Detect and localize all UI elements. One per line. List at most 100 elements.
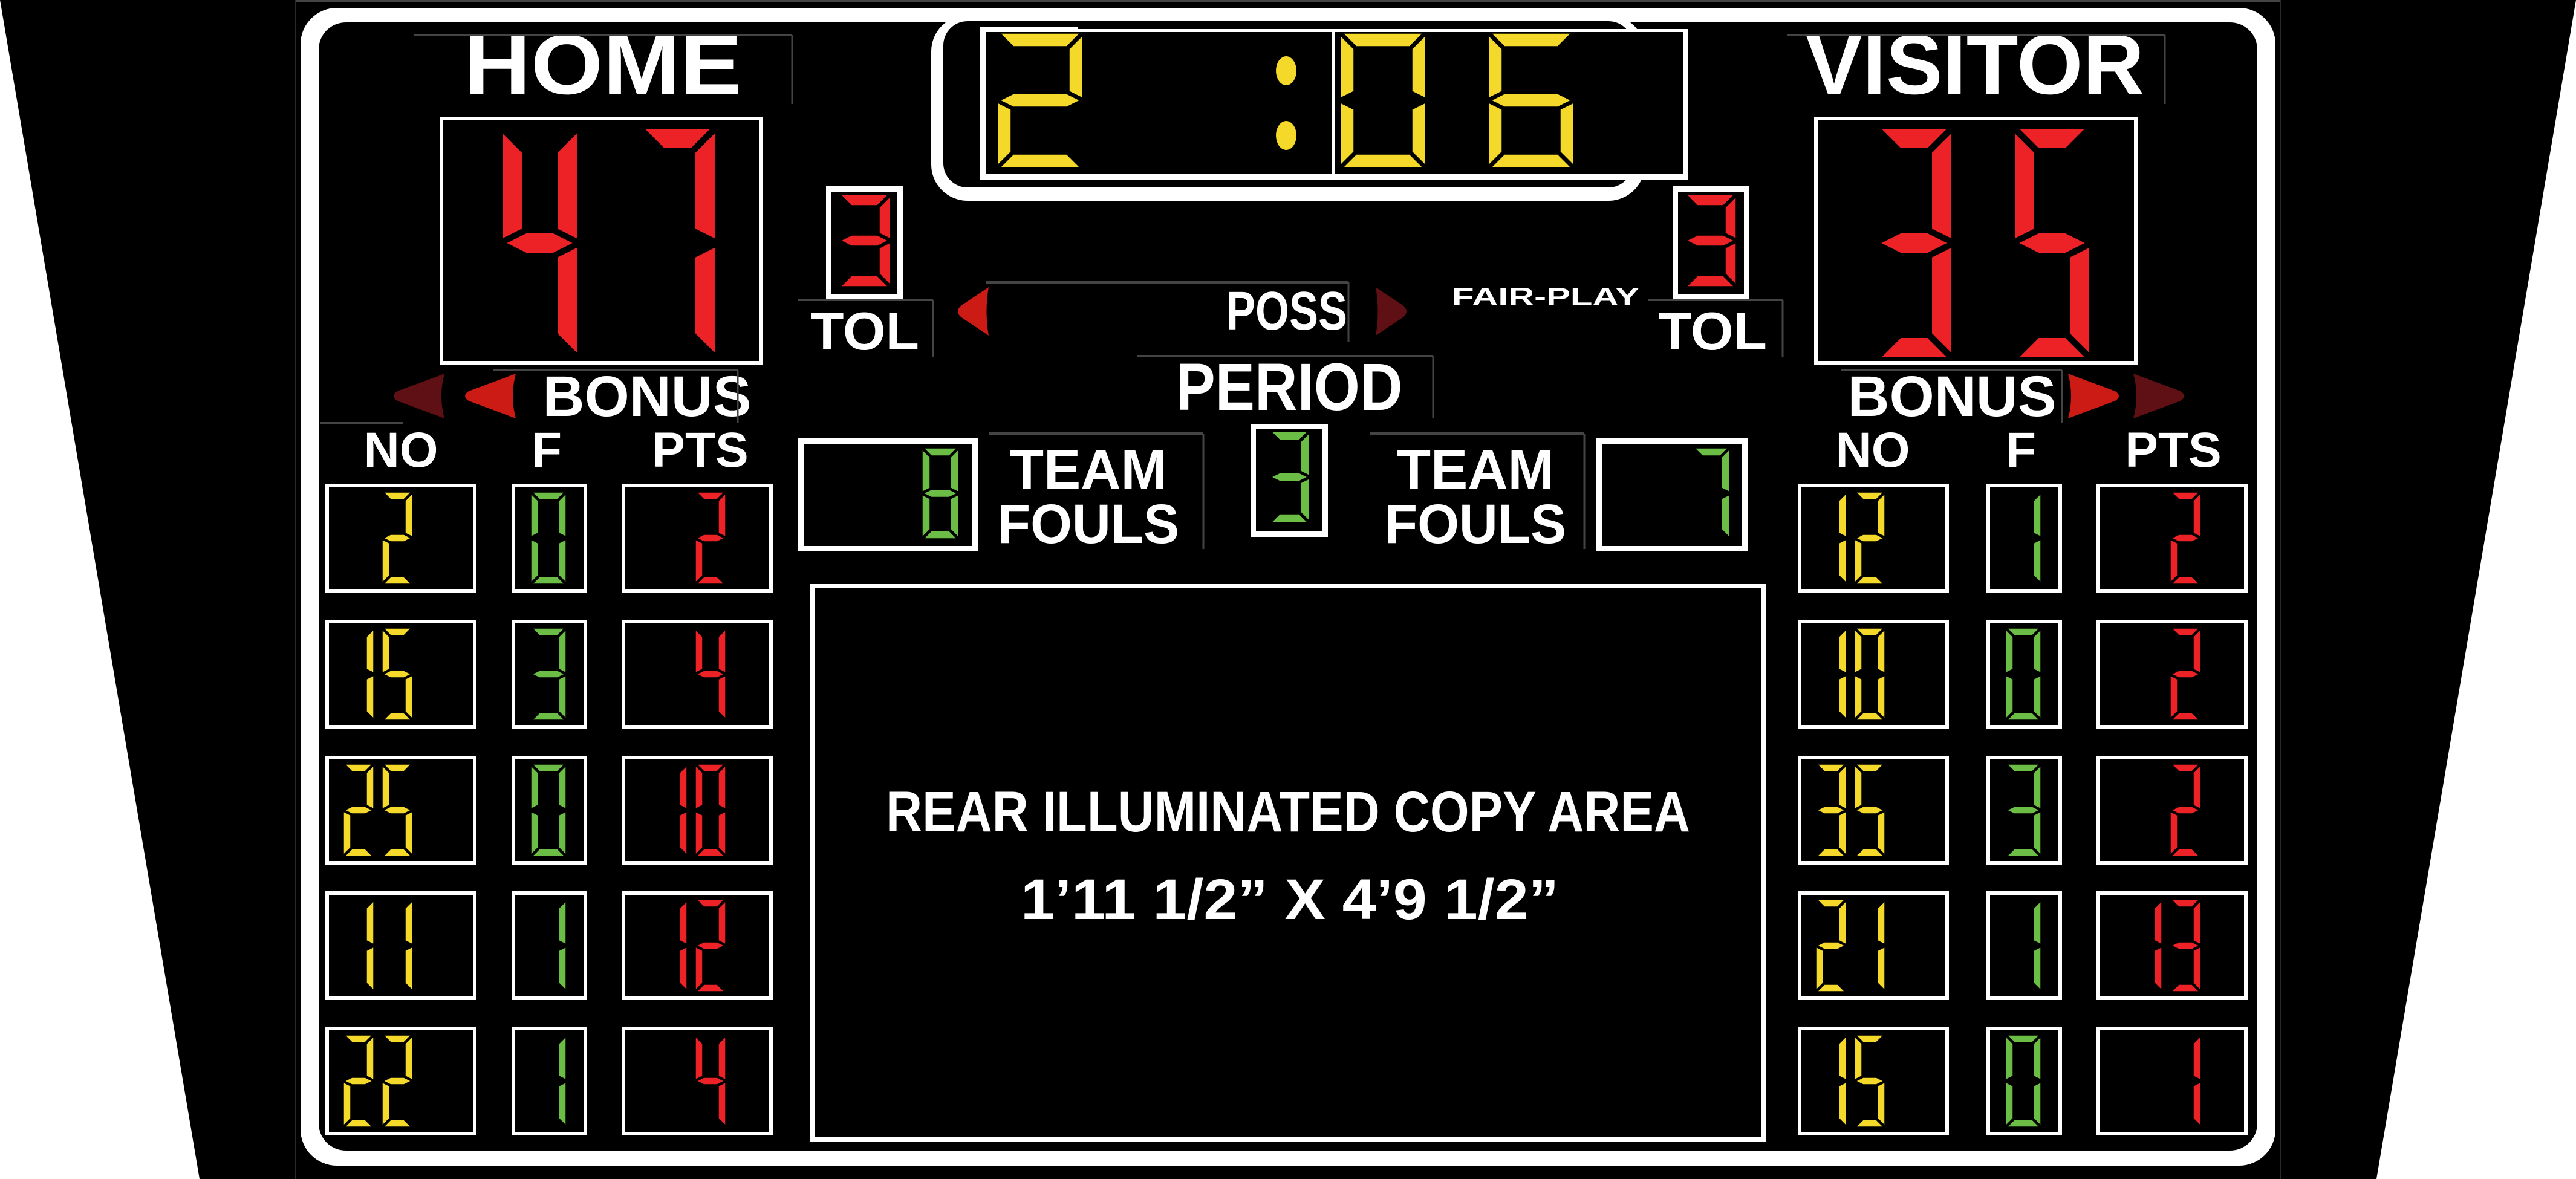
visitor-player-no-segment-e bbox=[1854, 674, 1862, 720]
home-player-no-segment-g bbox=[382, 534, 412, 542]
visitor-player-fouls-segment-b bbox=[2033, 764, 2041, 810]
home-bonus-label: BONUS bbox=[543, 365, 752, 429]
scoreboard: HOME VISITOR TOL TOL POSS FAIR-PLAY PERI… bbox=[0, 0, 2576, 1179]
home-player-table bbox=[325, 484, 773, 1135]
home-col-pts: PTS bbox=[652, 423, 748, 478]
home-team-fouls-label-1: TEAM bbox=[1010, 439, 1167, 501]
clock-minutes-segment-d bbox=[999, 154, 1081, 168]
visitor-player-row bbox=[1798, 756, 2248, 865]
visitor-player-fouls-segment-c bbox=[2033, 946, 2041, 992]
visitor-player-fouls-segment-b bbox=[2033, 900, 2041, 946]
home-player-pts-segment-g bbox=[695, 941, 726, 950]
home-player-pts-segment-b bbox=[679, 764, 688, 810]
home-team-fouls-segment-b bbox=[950, 448, 959, 493]
home-player-pts-segment-f bbox=[695, 1035, 703, 1081]
visitor-player-no-segment-b bbox=[1877, 628, 1885, 674]
home-player-no-segment-c bbox=[366, 946, 374, 992]
visitor-player-no-segment-g bbox=[1816, 941, 1846, 950]
visitor-player-no-segment-f bbox=[1854, 628, 1862, 674]
home-player-headers: NO F PTS bbox=[320, 422, 749, 478]
home-player-row bbox=[325, 756, 773, 865]
home-player-fouls-segment-c bbox=[558, 538, 567, 584]
home-label: HOME bbox=[464, 17, 742, 112]
visitor-player-no-segment-b bbox=[1838, 492, 1847, 538]
clock-minutes-segment-g bbox=[999, 93, 1081, 108]
visitor-player-no-segment-b bbox=[1838, 1035, 1847, 1081]
home-player-no-segment-b bbox=[405, 1035, 413, 1081]
visitor-player-table bbox=[1798, 484, 2248, 1135]
visitor-player-no-segment-g bbox=[1855, 806, 1885, 814]
home-player-no-segment-b bbox=[366, 628, 374, 674]
copy-area-line-1: REAR ILLUMINATED COPY AREA bbox=[886, 780, 1690, 844]
visitor-player-no-segment-e bbox=[1815, 946, 1824, 992]
home-player-pts-segment-f bbox=[695, 764, 703, 810]
home-player-fouls-segment-c bbox=[558, 810, 567, 856]
visitor-player-pts-segment-g bbox=[2170, 670, 2200, 678]
visitor-player-no-segment-c bbox=[1838, 674, 1847, 720]
copy-area-line-2: 1’11 1/2” X 4’9 1/2” bbox=[1021, 868, 1559, 932]
visitor-player-no-segment-c bbox=[1877, 674, 1885, 720]
home-player-pts-segment-b bbox=[718, 900, 726, 946]
visitor-player-no-segment-b bbox=[1838, 900, 1847, 946]
visitor-team-fouls-segment-b bbox=[1721, 448, 1730, 493]
visitor-player-headers: NO F PTS bbox=[1836, 423, 2222, 478]
home-player-row bbox=[325, 484, 773, 593]
visitor-player-pts-segment-b bbox=[2193, 628, 2201, 674]
visitor-team-fouls-label-1: TEAM bbox=[1397, 439, 1554, 501]
left-side-panel bbox=[0, 0, 296, 1179]
home-player-no-segment-g bbox=[343, 1077, 374, 1085]
home-player-no-segment-b bbox=[366, 900, 374, 946]
clock-seconds-segment-d bbox=[1342, 154, 1424, 168]
home-tol-label: TOL bbox=[810, 301, 919, 361]
home-team-fouls-segment-f bbox=[922, 448, 931, 493]
home-team-fouls-segment-g bbox=[922, 489, 958, 498]
home-player-pts-segment-c bbox=[718, 674, 726, 720]
visitor-player-no-segment-g bbox=[1855, 534, 1885, 542]
visitor-player-no-segment-b bbox=[1838, 764, 1847, 810]
visitor-player-no-segment-b bbox=[1877, 900, 1885, 946]
home-player-fouls-segment-b bbox=[558, 1035, 567, 1081]
home-player-fouls-segment-c bbox=[558, 674, 567, 720]
visitor-player-pts-segment-e bbox=[2170, 674, 2178, 720]
home-player-pts-segment-g bbox=[695, 670, 726, 678]
visitor-player-no-segment-b bbox=[1838, 628, 1847, 674]
visitor-player-no-segment-c bbox=[1838, 538, 1847, 584]
visitor-team-fouls-segment-c bbox=[1721, 494, 1730, 539]
home-player-no-segment-b bbox=[366, 764, 374, 810]
visitor-player-fouls-segment-b bbox=[2033, 492, 2041, 538]
visitor-player-no-segment-b bbox=[1877, 492, 1885, 538]
visitor-player-pts-segment-g bbox=[2170, 806, 2200, 814]
visitor-label: VISITOR bbox=[1806, 17, 2144, 112]
home-player-no-segment-g bbox=[382, 1077, 412, 1085]
home-player-pts-segment-f bbox=[695, 628, 703, 674]
visitor-player-row bbox=[1798, 891, 2248, 1000]
visitor-col-fouls: F bbox=[2006, 423, 2036, 478]
home-player-no-segment-b bbox=[405, 492, 413, 538]
home-player-pts-segment-b bbox=[679, 900, 688, 946]
visitor-col-no: NO bbox=[1836, 423, 1910, 478]
home-player-row bbox=[325, 891, 773, 1000]
visitor-player-fouls-segment-e bbox=[2005, 674, 2014, 720]
home-player-pts-segment-e bbox=[695, 946, 703, 992]
visitor-player-fouls-segment-b bbox=[2033, 1035, 2041, 1081]
visitor-player-fouls-segment-c bbox=[2033, 538, 2041, 584]
visitor-player-pts-segment-g bbox=[2170, 534, 2200, 542]
home-player-fouls-segment-b bbox=[558, 628, 567, 674]
home-player-no-segment-g bbox=[343, 806, 374, 814]
visitor-player-fouls-segment-f bbox=[2005, 1035, 2014, 1081]
visitor-player-pts-segment-e bbox=[2170, 810, 2178, 856]
visitor-player-fouls-segment-c bbox=[2033, 810, 2041, 856]
home-team-fouls-label-2: FOULS bbox=[998, 493, 1179, 555]
visitor-player-row bbox=[1798, 1027, 2248, 1135]
clock-seconds-segment-a bbox=[1490, 33, 1572, 47]
home-player-no-segment-g bbox=[382, 806, 412, 814]
home-player-pts-segment-g bbox=[695, 534, 726, 542]
visitor-team-fouls-label-2: FOULS bbox=[1385, 493, 1566, 555]
home-player-fouls-segment-g bbox=[531, 670, 566, 678]
home-player-no-segment-e bbox=[382, 1081, 390, 1127]
home-player-no-segment-e bbox=[343, 1081, 351, 1127]
visitor-player-pts-segment-b bbox=[2193, 492, 2201, 538]
home-player-no-segment-f bbox=[382, 764, 390, 810]
visitor-player-pts-segment-b bbox=[2193, 900, 2201, 946]
visitor-player-no-segment-c bbox=[1877, 1081, 1885, 1127]
